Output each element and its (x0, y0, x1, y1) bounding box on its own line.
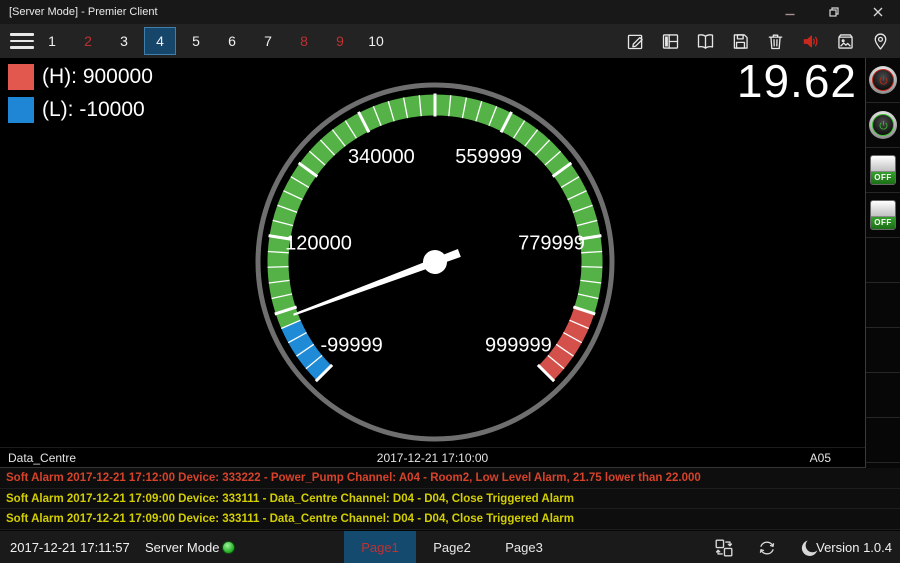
location-icon[interactable] (863, 24, 898, 58)
toolbar-page-8[interactable]: 8 (286, 24, 322, 58)
reading-timestamp: 2017-12-21 17:10:00 (0, 448, 865, 468)
svg-text:-99999: -99999 (320, 334, 382, 356)
alarm-row[interactable]: Soft Alarm 2017-12-21 17:09:00 Device: 3… (0, 489, 900, 510)
premier-client-window: [Server Mode] - Premier Client 123456789… (0, 0, 900, 563)
save-icon[interactable] (723, 24, 758, 58)
edit-icon[interactable] (618, 24, 653, 58)
current-value-readout: 19.62 (737, 54, 857, 108)
svg-text:559999: 559999 (455, 146, 522, 168)
power-green-button[interactable] (869, 111, 897, 139)
power-icon (872, 114, 894, 136)
svg-text:779999: 779999 (518, 233, 585, 255)
toggle-handle (871, 201, 895, 217)
toolbar-page-7[interactable]: 7 (250, 24, 286, 58)
toolbar-page-2[interactable]: 2 (70, 24, 106, 58)
trash-icon[interactable] (758, 24, 793, 58)
layout-swap-icon[interactable] (712, 536, 736, 560)
power-red-button[interactable] (869, 66, 897, 94)
sidebar-empty-cell (866, 328, 900, 373)
toolbar-page-4[interactable]: 4 (142, 24, 178, 58)
alarm-row[interactable]: Soft Alarm 2017-12-21 17:12:00 Device: 3… (0, 468, 900, 489)
sidebar-cell: OFF (866, 148, 900, 193)
title-bar: [Server Mode] - Premier Client (0, 0, 900, 24)
layout-icon[interactable] (653, 24, 688, 58)
sidebar-empty-cell (866, 238, 900, 283)
status-bar: 2017-12-21 17:11:57 Server Mode Page1Pag… (0, 530, 900, 563)
toggle-switch-1[interactable]: OFF (870, 155, 896, 185)
control-sidebar: OFF OFF (865, 58, 900, 468)
window-title: [Server Mode] - Premier Client (9, 0, 158, 24)
sidebar-cell: OFF (866, 193, 900, 238)
power-icon (872, 69, 894, 91)
version-label: Version 1.0.4 (816, 531, 892, 563)
sync-icon[interactable] (755, 536, 779, 560)
high-threshold-label: (H): 900000 (42, 65, 153, 89)
toggle-switch-2[interactable]: OFF (870, 200, 896, 230)
toolbar-page-10[interactable]: 10 (358, 24, 394, 58)
gauge-info-row: Data_Centre 2017-12-21 17:10:00 A05 (0, 447, 865, 468)
toolbar-page-9[interactable]: 9 (322, 24, 358, 58)
close-button[interactable] (856, 0, 900, 24)
sidebar-empty-cell (866, 373, 900, 418)
toggle-handle (871, 156, 895, 172)
page-tab-page3[interactable]: Page3 (488, 531, 560, 563)
sidebar-empty-cell (866, 283, 900, 328)
threshold-legend: (H): 900000 (L): -10000 (8, 64, 153, 130)
server-mode-label: Server Mode (145, 531, 219, 563)
low-threshold-label: (L): -10000 (42, 98, 145, 122)
snapshot-archive-icon[interactable] (828, 24, 863, 58)
low-threshold-swatch (8, 97, 34, 123)
sidebar-cell (866, 103, 900, 148)
toggle-state-label: OFF (871, 172, 895, 184)
connection-status-dot (222, 541, 235, 554)
toggle-state-label: OFF (871, 217, 895, 229)
sidebar-cell (866, 58, 900, 103)
high-threshold-swatch (8, 64, 34, 90)
channel-label: A05 (810, 448, 831, 468)
minimize-button[interactable] (768, 0, 812, 24)
toolbar-page-3[interactable]: 3 (106, 24, 142, 58)
toolbar: 12345678910 (0, 24, 900, 58)
restore-button[interactable] (812, 0, 856, 24)
alarm-row[interactable]: Soft Alarm 2017-12-21 17:09:00 Device: 3… (0, 509, 900, 530)
speaker-icon[interactable] (793, 24, 828, 58)
gauge-panel: (H): 900000 (L): -10000 19.62 -999991200… (0, 58, 865, 468)
page-tab-page1[interactable]: Page1 (344, 531, 416, 563)
status-clock: 2017-12-21 17:11:57 (10, 531, 130, 563)
svg-text:999999: 999999 (485, 334, 552, 356)
page-tab-page2[interactable]: Page2 (416, 531, 488, 563)
alarm-list: Soft Alarm 2017-12-21 17:12:00 Device: 3… (0, 468, 900, 530)
toolbar-page-1[interactable]: 1 (34, 24, 70, 58)
gauge: -99999 120000 340000 559999 779999 999999 (235, 62, 635, 462)
svg-text:120000: 120000 (285, 233, 352, 255)
toolbar-page-6[interactable]: 6 (214, 24, 250, 58)
book-icon[interactable] (688, 24, 723, 58)
toolbar-page-5[interactable]: 5 (178, 24, 214, 58)
svg-text:340000: 340000 (348, 146, 415, 168)
sidebar-empty-cell (866, 418, 900, 463)
menu-icon[interactable] (10, 33, 34, 49)
